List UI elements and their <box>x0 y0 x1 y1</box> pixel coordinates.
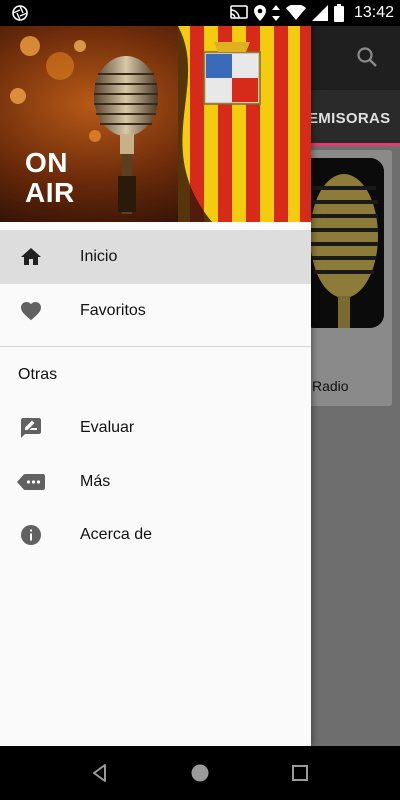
recents-square-icon[interactable] <box>290 763 310 783</box>
menu-item-favoritos[interactable]: Favoritos <box>0 284 311 338</box>
search-icon[interactable] <box>356 46 378 68</box>
location-icon <box>253 5 266 21</box>
menu-item-acerca-de[interactable]: Acerca de <box>0 508 311 562</box>
cast-icon <box>230 5 248 19</box>
info-icon <box>21 525 41 545</box>
on-air-text: ON AIR <box>25 148 75 208</box>
data-arrows-icon <box>271 5 280 21</box>
menu-item-label: Más <box>80 473 111 490</box>
menu-item-inicio[interactable]: Inicio <box>0 230 311 284</box>
heart-icon <box>21 302 41 321</box>
more-tag-icon <box>17 474 45 490</box>
home-icon <box>21 248 41 265</box>
tab-emisoras[interactable]: EMISORAS <box>308 110 390 127</box>
back-icon[interactable] <box>90 763 110 783</box>
section-title-otras: Otras <box>18 366 58 383</box>
on-air-line1: ON <box>25 147 68 178</box>
on-air-line2: AIR <box>25 177 75 208</box>
wifi-icon <box>285 5 306 20</box>
signal-icon <box>311 5 328 21</box>
menu-item-mas[interactable]: Más <box>0 455 311 509</box>
clock: 13:42 <box>353 4 394 21</box>
rate-review-icon <box>21 418 41 438</box>
station-name: Radio <box>312 378 349 394</box>
camera-aperture-icon <box>12 5 28 21</box>
menu-item-label: Inicio <box>80 248 118 265</box>
menu-item-evaluar[interactable]: Evaluar <box>0 401 311 455</box>
battery-icon <box>333 4 344 22</box>
drawer-divider <box>0 346 311 347</box>
menu-item-label: Acerca de <box>80 526 153 543</box>
menu-item-label: Favoritos <box>80 302 146 319</box>
home-circle-icon[interactable] <box>190 763 210 783</box>
menu-item-label: Evaluar <box>80 419 135 436</box>
station-image <box>300 158 384 328</box>
status-bar: 13:42 <box>0 0 400 26</box>
navigation-drawer: ON AIR Inicio Favoritos Otras Evaluar Má… <box>0 26 311 746</box>
drawer-header-image: ON AIR <box>0 26 311 222</box>
system-nav-bar <box>0 746 400 800</box>
